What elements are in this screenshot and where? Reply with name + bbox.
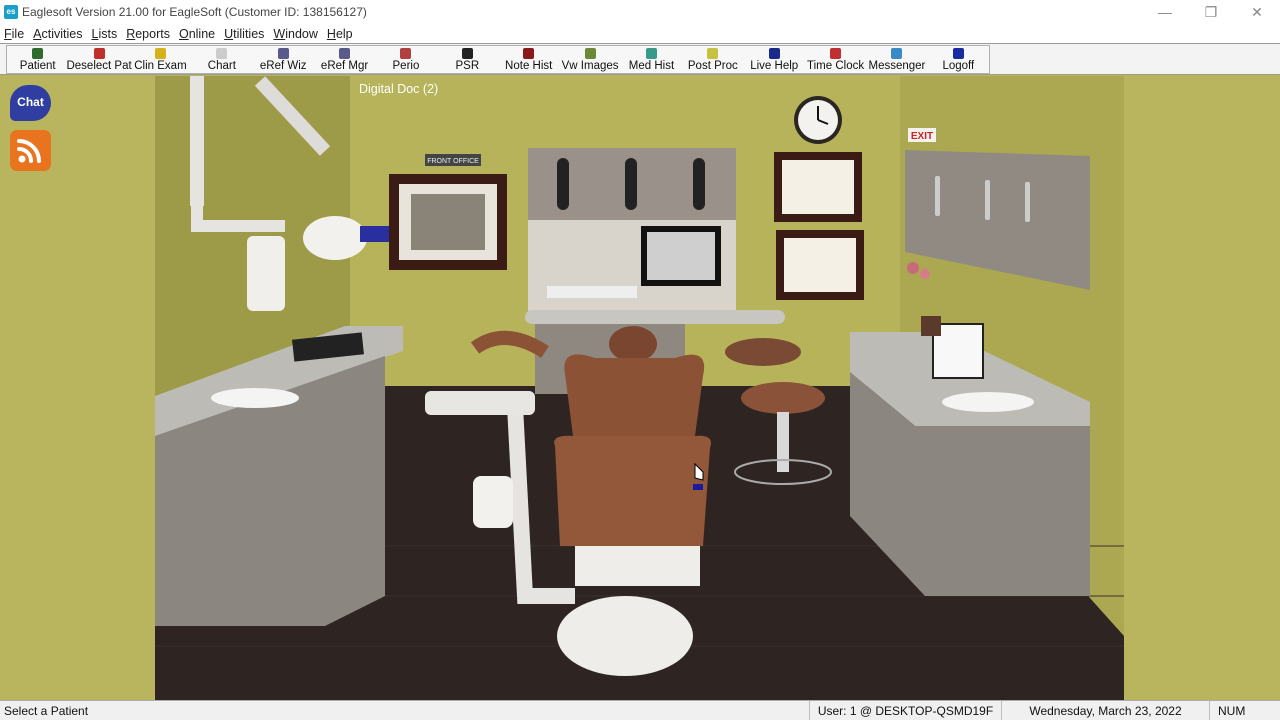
chat-button[interactable]: Chat — [10, 85, 51, 121]
window-title: Eaglesoft Version 21.00 for EagleSoft (C… — [22, 5, 367, 19]
toolbar-psr-button[interactable]: PSR — [437, 46, 498, 73]
messenger-icon — [891, 48, 903, 59]
toolbar-eref-mgr-button[interactable]: eRef Mgr — [314, 46, 375, 73]
menu-utilities[interactable]: Utilities — [224, 27, 264, 41]
wall-clock — [794, 96, 842, 144]
toolbar-label: Messenger — [868, 60, 926, 72]
toolbar-label: Logoff — [942, 60, 975, 72]
toolbar-post-proc-button[interactable]: Post Proc — [682, 46, 743, 73]
toolbar-label: Perio — [392, 60, 420, 72]
minimize-button[interactable]: — — [1142, 0, 1188, 24]
toolbar-label: Post Proc — [687, 60, 738, 72]
toolbar-label: eRef Mgr — [320, 60, 369, 72]
toolbar-label: Deselect Pat — [66, 60, 132, 72]
post-proc-icon — [707, 48, 719, 59]
toolbar-area: Patient Deselect Pat Clin Exam Chart eRef Wi… — [0, 43, 1280, 75]
digital-doc-title: Digital Doc (2) — [359, 82, 439, 96]
menu-lists[interactable]: Lists — [91, 27, 117, 41]
eaglesoft-app-icon: es — [4, 5, 18, 19]
toolbar-label: Med Hist — [628, 60, 675, 72]
toolbar-eref-wiz-button[interactable]: eRef Wiz — [253, 46, 314, 73]
eref-mgr-icon — [339, 48, 351, 59]
toolbar-label: Live Help — [750, 60, 799, 72]
menu-window[interactable]: Window — [273, 27, 317, 41]
clin-exam-icon — [154, 48, 166, 59]
toolbar-logoff-button[interactable]: Logoff — [928, 46, 989, 73]
psr-icon — [461, 48, 473, 59]
front-office-sign-text: FRONT OFFICE — [427, 158, 479, 165]
menu-reports[interactable]: Reports — [126, 27, 170, 41]
chart-icon — [216, 48, 228, 59]
rss-icon — [17, 139, 41, 163]
exit-sign-text: EXIT — [911, 131, 933, 142]
status-bar: Select a Patient User: 1 @ DESKTOP-QSMD1… — [0, 700, 1280, 720]
time-clock-icon — [830, 48, 842, 59]
toolbar-note-hist-button[interactable]: Note Hist — [498, 46, 559, 73]
toolbar-live-help-button[interactable]: Live Help — [744, 46, 805, 73]
toolbar-label: Time Clock — [807, 60, 865, 72]
toolbar-time-clock-button[interactable]: Time Clock — [805, 46, 866, 73]
med-hist-icon — [645, 48, 657, 59]
main-workspace: Chat FRONT OFFICE EXIT Digital Doc (2) — [0, 76, 1280, 700]
toolbar-label: PSR — [455, 60, 480, 72]
menu-help[interactable]: Help — [327, 27, 353, 41]
vw-images-icon — [584, 48, 596, 59]
right-panel — [1124, 76, 1280, 700]
toolbar-patient-button[interactable]: Patient — [7, 46, 68, 73]
patient-icon — [32, 48, 44, 59]
rss-feed-button[interactable] — [10, 130, 51, 171]
toolbar-chart-button[interactable]: Chart — [191, 46, 252, 73]
restore-button[interactable]: ❐ — [1188, 0, 1234, 24]
toolbar-messenger-button[interactable]: Messenger — [866, 46, 927, 73]
perio-icon — [400, 48, 412, 59]
status-user: User: 1 @ DESKTOP-QSMD19F — [810, 701, 1002, 720]
live-help-icon — [768, 48, 780, 59]
toolbar-clin-exam-button[interactable]: Clin Exam — [130, 46, 191, 73]
left-panel: Chat — [0, 76, 155, 700]
status-message: Select a Patient — [0, 701, 810, 720]
note-hist-icon — [523, 48, 535, 59]
title-bar: es Eaglesoft Version 21.00 for EagleSoft… — [0, 0, 1280, 24]
toolbar-label: Chart — [207, 60, 236, 72]
toolbar-label: Vw Images — [561, 60, 619, 72]
toolbar-perio-button[interactable]: Perio — [375, 46, 436, 73]
toolbar-med-hist-button[interactable]: Med Hist — [621, 46, 682, 73]
status-date: Wednesday, March 23, 2022 — [1002, 701, 1210, 720]
status-num-lock: NUM — [1218, 704, 1246, 718]
toolbar-deselect-pat-button[interactable]: Deselect Pat — [66, 46, 132, 73]
deselect-icon — [93, 48, 105, 59]
logoff-icon — [952, 48, 964, 59]
dental-office-image: FRONT OFFICE EXIT Digital Doc (2) — [155, 76, 1124, 700]
close-button[interactable]: ✕ — [1234, 0, 1280, 24]
menu-bar: File Activities Lists Reports Online Uti… — [0, 24, 1280, 43]
framed-picture — [389, 174, 507, 270]
toolbar-vw-images-button[interactable]: Vw Images — [559, 46, 620, 73]
toolbar-label: eRef Wiz — [259, 60, 307, 72]
menu-online[interactable]: Online — [179, 27, 215, 41]
menu-activities[interactable]: Activities — [33, 27, 82, 41]
toolbar-label: Clin Exam — [134, 60, 187, 72]
menu-file[interactable]: File — [4, 27, 24, 41]
toolbar-label: Note Hist — [505, 60, 553, 72]
main-toolbar: Patient Deselect Pat Clin Exam Chart eRef Wi… — [6, 45, 990, 74]
toolbar-label: Patient — [19, 60, 56, 72]
eref-wiz-icon — [277, 48, 289, 59]
